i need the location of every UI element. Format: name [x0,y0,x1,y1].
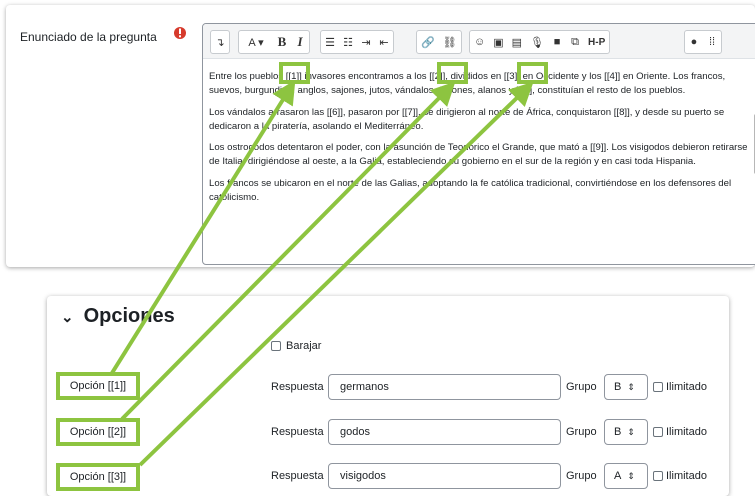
video-icon[interactable]: ■ [548,31,566,53]
group-select-3[interactable]: A ⇕ [604,463,648,489]
group-select-2[interactable]: B ⇕ [604,419,648,445]
editor-content[interactable]: Entre los pueblos [[1]] invasores encont… [209,70,749,212]
unlink-icon[interactable]: ⛓ [439,31,461,53]
h5p-icon[interactable]: H-P [584,31,609,53]
rich-text-editor[interactable]: ↴ A ▾ B I ☰ ☷ ⇥ ⇤ 🔗 ⛓ ☺ ▣ ▤ 🎙 ■ ⧉ H-P ● … [202,23,755,265]
select-arrows-icon: ⇕ [627,381,635,392]
group-value: A [614,470,622,482]
shuffle-label: Barajar [286,340,322,352]
answer-input-2[interactable]: godos [328,419,561,445]
unlimited-option-1: Ilimitado [653,381,707,393]
group-label: Grupo [566,381,597,393]
question-text-label: Enunciado de la pregunta [20,30,157,44]
required-icon [174,27,186,39]
option-label-1: Opción [[1]] [56,372,140,400]
toolbar-group-5: ☺ ▣ ▤ 🎙 ■ ⧉ H-P [469,30,611,54]
placeholder-highlight-1 [279,62,310,84]
group-value: B [614,426,622,438]
toolbar-group-3: ☰ ☷ ⇥ ⇤ [320,30,394,54]
placeholder-highlight-2 [437,62,468,84]
toolbar-group-1: ↴ [210,30,230,54]
answer-input-3[interactable]: visigodos [328,463,561,489]
editor-toolbar: ↴ A ▾ B I ☰ ☷ ⇥ ⇤ 🔗 ⛓ ☺ ▣ ▤ 🎙 ■ ⧉ H-P ● … [203,24,755,59]
image-icon[interactable]: ▣ [489,31,507,53]
answer-label: Respuesta [271,426,324,438]
copy-icon[interactable]: ⧉ [566,31,584,53]
shuffle-row: Barajar [271,340,321,352]
option-label-2: Opción [[2]] [56,418,140,446]
answer-label: Respuesta [271,470,324,482]
placeholder-highlight-3 [517,62,548,84]
editor-paragraph: Los francos se ubicaron en el norte de l… [209,177,732,204]
unlimited-checkbox[interactable] [653,382,663,392]
unlimited-label: Ilimitado [666,470,707,482]
emoji-icon[interactable]: ☺ [470,31,489,53]
font-color-button[interactable]: A ▾ [239,31,273,53]
toolbar-group-6: ● ⁞⁞ [684,30,722,54]
shuffle-checkbox[interactable] [271,341,281,351]
group-select-1[interactable]: B ⇕ [604,374,648,400]
paragraph-styles-icon[interactable]: ↴ [211,31,229,53]
indent-icon[interactable]: ⇥ [357,31,375,53]
answer-label: Respuesta [271,381,324,393]
answer-input-1[interactable]: germanos [328,374,561,400]
microphone-icon[interactable]: 🎙 [526,31,548,53]
section-title: Opciones [83,305,175,327]
toolbar-group-2: A ▾ B I [238,30,310,54]
group-value: B [614,381,622,393]
unlimited-checkbox[interactable] [653,471,663,481]
group-label: Grupo [566,426,597,438]
options-section-header[interactable]: ⌄ Opciones [61,305,175,328]
option-label-3: Opción [[3]] [56,463,140,491]
unlimited-label: Ilimitado [666,381,707,393]
link-icon[interactable]: 🔗 [417,31,439,53]
unlimited-checkbox[interactable] [653,427,663,437]
toolbar-group-4: 🔗 ⛓ [416,30,462,54]
group-label: Grupo [566,470,597,482]
ordered-list-icon[interactable]: ☷ [339,31,357,53]
italic-button[interactable]: I [291,31,309,53]
select-arrows-icon: ⇕ [627,426,635,437]
more-icon[interactable]: ⁞⁞ [703,31,721,53]
outdent-icon[interactable]: ⇤ [375,31,393,53]
unordered-list-icon[interactable]: ☰ [321,31,339,53]
unlimited-option-3: Ilimitado [653,470,707,482]
chevron-down-icon[interactable]: ⌄ [61,308,74,326]
question-text-card: Enunciado de la pregunta ↴ A ▾ B I ☰ ☷ ⇥… [6,5,755,267]
unlimited-label: Ilimitado [666,426,707,438]
select-arrows-icon: ⇕ [627,470,635,481]
bold-button[interactable]: B [273,31,291,53]
media-icon[interactable]: ▤ [508,31,526,53]
accessibility-icon[interactable]: ● [685,31,703,53]
editor-paragraph: Los vándalos arrasaron las [[6]], pasaro… [209,106,725,132]
unlimited-option-2: Ilimitado [653,426,707,438]
editor-paragraph: Los ostrogodos detentaron el poder, con … [209,142,748,168]
